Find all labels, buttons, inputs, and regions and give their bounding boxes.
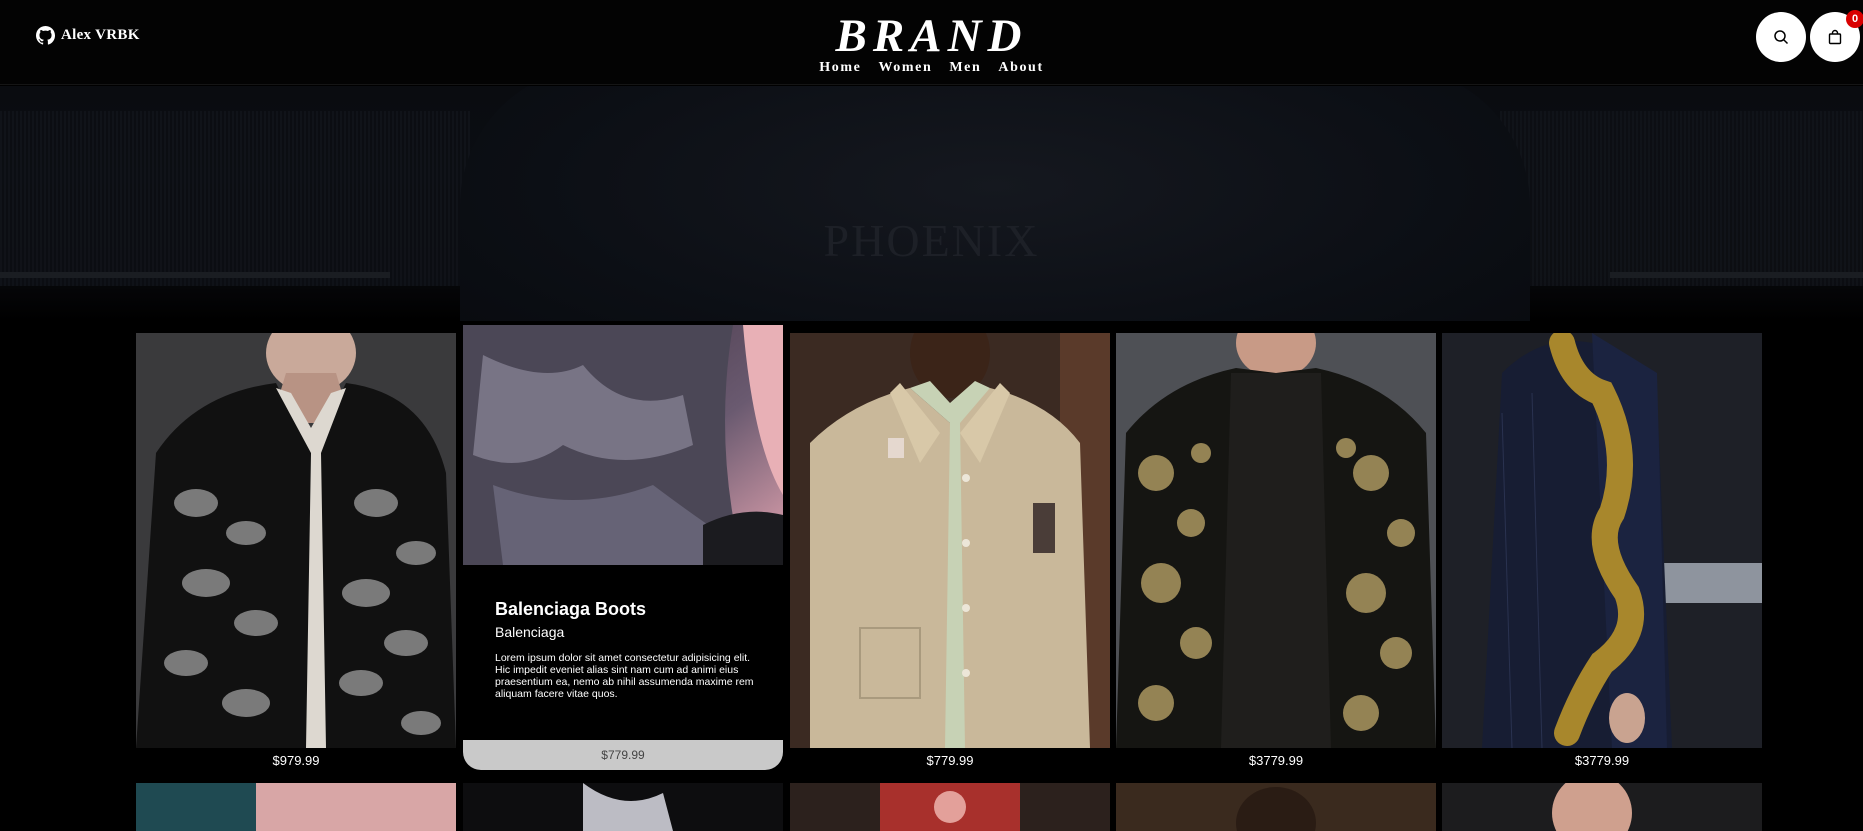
product-card[interactable] xyxy=(1442,783,1762,831)
product-card[interactable] xyxy=(790,783,1110,831)
product-card[interactable]: $3779.99 xyxy=(1442,333,1762,771)
product-description: Lorem ipsum dolor sit amet consectetur a… xyxy=(495,652,754,700)
product-image[interactable] xyxy=(790,783,1110,831)
product-image[interactable] xyxy=(790,333,1110,748)
product-card[interactable] xyxy=(463,783,783,831)
product-image[interactable] xyxy=(136,333,456,748)
product-image[interactable] xyxy=(1442,783,1762,831)
site-header: Alex VRBK BRAND Home Women Men About 0 xyxy=(0,0,1863,85)
product-card[interactable]: $779.99 xyxy=(790,333,1110,771)
product-image[interactable] xyxy=(1442,333,1762,748)
product-image[interactable] xyxy=(463,783,783,831)
product-price: $3779.99 xyxy=(1248,753,1304,768)
hero-banner: PHOENIX xyxy=(0,86,1863,321)
product-info: Balenciaga Boots Balenciaga Lorem ipsum … xyxy=(495,599,760,700)
product-title: Balenciaga Boots xyxy=(495,599,647,619)
nav-about[interactable]: About xyxy=(998,60,1043,76)
search-button[interactable] xyxy=(1756,12,1806,62)
cart-button[interactable]: 0 xyxy=(1810,10,1863,62)
hero-strip-right xyxy=(1610,272,1863,278)
hero-strip-left xyxy=(0,272,390,278)
product-brand: Balenciaga xyxy=(495,624,565,640)
product-card[interactable] xyxy=(1116,783,1436,831)
product-image[interactable] xyxy=(1116,783,1436,831)
product-card[interactable] xyxy=(136,783,456,831)
hero-bag-image xyxy=(460,86,1530,321)
product-card-expanded[interactable]: Balenciaga Boots Balenciaga Lorem ipsum … xyxy=(463,325,783,770)
nav-men[interactable]: Men xyxy=(949,60,981,76)
search-icon xyxy=(1774,30,1789,45)
product-card[interactable]: $3779.99 xyxy=(1116,333,1436,771)
product-price: $979.99 xyxy=(272,753,320,768)
product-image[interactable] xyxy=(136,783,456,831)
product-price: $779.99 xyxy=(926,753,974,768)
shopping-bag-icon xyxy=(1828,29,1842,45)
product-card[interactable]: $979.99 xyxy=(136,333,456,771)
nav-women[interactable]: Women xyxy=(878,60,932,76)
hero-logo-text: PHOENIX xyxy=(823,215,1040,266)
main-nav: Home Women Men About xyxy=(0,60,1863,76)
product-image[interactable] xyxy=(463,325,783,565)
nav-home[interactable]: Home xyxy=(819,60,861,76)
product-price[interactable]: $779.99 xyxy=(463,740,783,770)
product-image[interactable] xyxy=(1116,333,1436,748)
brand-logo[interactable]: BRAND xyxy=(0,8,1863,64)
cart-count-badge: 0 xyxy=(1846,10,1863,28)
product-price: $3779.99 xyxy=(1574,753,1630,768)
